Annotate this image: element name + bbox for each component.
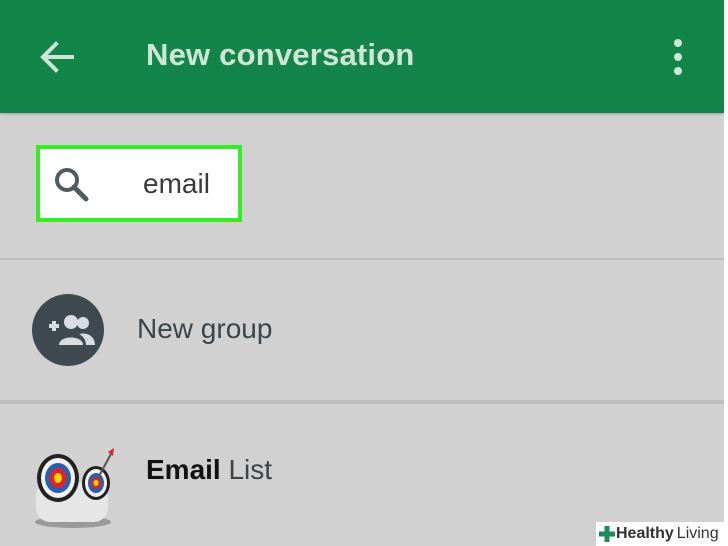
new-group-avatar: [32, 294, 104, 366]
watermark-brand-rest: Living: [676, 525, 719, 542]
cross-icon: [599, 526, 615, 542]
new-group-item[interactable]: New group: [0, 260, 724, 400]
app-screen: New conversation New grou: [0, 0, 728, 546]
app-bar: New conversation: [0, 0, 724, 113]
arrow-left-icon: [40, 41, 74, 73]
back-button[interactable]: [30, 30, 84, 84]
contact-name: Email List: [146, 454, 272, 486]
new-group-label: New group: [137, 313, 273, 344]
overflow-menu-button[interactable]: [658, 30, 698, 84]
watermark-brand: Healthy: [616, 525, 674, 542]
more-vert-icon: [674, 39, 682, 75]
target-dartboard-image: [35, 448, 114, 528]
search-field[interactable]: [36, 145, 242, 222]
watermark: Healthy Living: [596, 522, 728, 546]
contact-name-bold: Email: [146, 454, 221, 485]
contact-name-rest: List: [228, 454, 273, 485]
search-icon: [55, 168, 89, 202]
screen-edge: [724, 0, 728, 546]
search-input[interactable]: [143, 166, 233, 202]
group-add-icon: [49, 315, 95, 345]
page-title: New conversation: [146, 37, 415, 72]
